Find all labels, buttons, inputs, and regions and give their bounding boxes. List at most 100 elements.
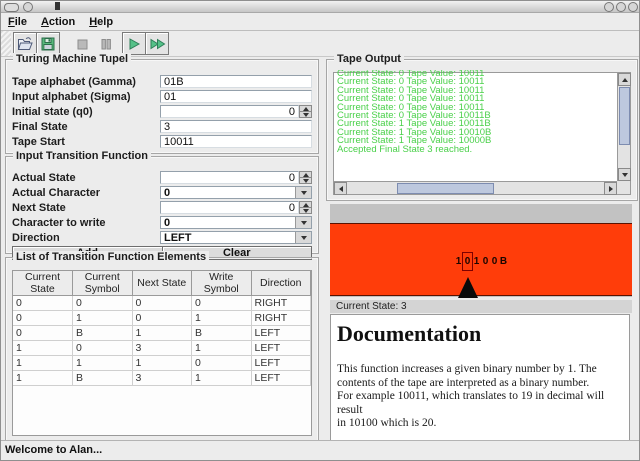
tape-output-log[interactable]: Current State: 0 Tape Value: 10011Curren…: [334, 70, 617, 181]
vertical-scrollbar-track[interactable]: [618, 146, 630, 168]
scroll-up-button[interactable]: [618, 73, 631, 86]
menu-action[interactable]: Action: [34, 15, 82, 29]
column-header-next-state[interactable]: Next State: [132, 271, 192, 296]
tape-start-input[interactable]: 10011: [160, 135, 312, 148]
spinner-up-button[interactable]: [299, 171, 312, 178]
form-row-character-to-write: Character to write0: [12, 215, 312, 230]
window-maximize-button[interactable]: [616, 2, 626, 12]
table-cell[interactable]: LEFT: [251, 326, 311, 341]
horizontal-scrollbar-track[interactable]: [494, 182, 604, 194]
table-cell[interactable]: 3: [132, 341, 192, 356]
table-row[interactable]: 0B1BLEFT: [13, 326, 311, 341]
table-cell[interactable]: 0: [73, 341, 133, 356]
save-button[interactable]: [36, 32, 60, 55]
spinner-value: 0: [289, 172, 295, 184]
window-menu-button[interactable]: [4, 3, 19, 12]
next-state-spinner[interactable]: 0: [160, 201, 312, 214]
character-to-write-dropdown[interactable]: 0: [160, 216, 312, 229]
table-cell[interactable]: 0: [13, 296, 73, 311]
head-pointer-icon: [458, 277, 478, 298]
table-row[interactable]: 1031LEFT: [13, 341, 311, 356]
stop-icon: [74, 36, 90, 52]
chevron-down-icon[interactable]: [295, 232, 311, 243]
documentation-pane[interactable]: Documentation This function increases a …: [330, 314, 630, 441]
column-header-direction[interactable]: Direction: [251, 271, 311, 296]
direction-dropdown[interactable]: LEFT: [160, 231, 312, 244]
table-row[interactable]: 0000RIGHT: [13, 296, 311, 311]
table-cell[interactable]: 1: [73, 311, 133, 326]
table-cell[interactable]: 1: [13, 371, 73, 386]
vertical-scrollbar[interactable]: [617, 73, 630, 181]
table-cell[interactable]: 0: [13, 326, 73, 341]
open-file-button[interactable]: [13, 32, 37, 55]
window-shade-button[interactable]: [23, 2, 33, 12]
table-cell[interactable]: 0: [13, 311, 73, 326]
table-cell[interactable]: 1: [73, 356, 133, 371]
chevron-down-icon[interactable]: [295, 187, 311, 198]
table-cell[interactable]: 1: [192, 341, 252, 356]
field-label: Actual Character: [12, 187, 160, 199]
spinner-down-button[interactable]: [299, 112, 312, 118]
vertical-scrollbar-thumb[interactable]: [619, 87, 630, 145]
play-button[interactable]: [122, 32, 146, 55]
table-cell[interactable]: LEFT: [251, 341, 311, 356]
table-cell[interactable]: B: [73, 326, 133, 341]
table-row[interactable]: 1B31LEFT: [13, 371, 311, 386]
table-cell[interactable]: 1: [13, 356, 73, 371]
table-cell[interactable]: 0: [192, 296, 252, 311]
transition-table-scrollpane[interactable]: Current StateCurrent SymbolNext StateWri…: [12, 270, 312, 436]
scroll-left-button[interactable]: [334, 182, 347, 195]
actual-state-spinner[interactable]: 0: [160, 171, 312, 184]
field-label: Next State: [12, 202, 160, 214]
column-header-current-state[interactable]: Current State: [13, 271, 73, 296]
tape-alphabet-gamma-input[interactable]: 01B: [160, 75, 312, 88]
table-cell[interactable]: 0: [73, 296, 133, 311]
field-label: Input alphabet (Sigma): [12, 91, 160, 103]
scroll-right-button[interactable]: [604, 182, 617, 195]
table-cell[interactable]: RIGHT: [251, 311, 311, 326]
initial-state-q0-spinner[interactable]: 0: [160, 105, 312, 118]
toolbar-drag-handle[interactable]: [1, 31, 11, 56]
table-cell[interactable]: 1: [192, 371, 252, 386]
input-alphabet-sigma-input[interactable]: 01: [160, 90, 312, 103]
dropdown-value: 0: [161, 187, 295, 198]
transition-table: Current StateCurrent SymbolNext StateWri…: [13, 271, 311, 386]
menu-help[interactable]: Help: [82, 15, 120, 29]
table-cell[interactable]: 1: [132, 356, 192, 371]
table-cell[interactable]: 1: [132, 326, 192, 341]
spinner-up-button[interactable]: [299, 105, 312, 112]
table-cell[interactable]: 0: [192, 356, 252, 371]
table-cell[interactable]: 3: [132, 371, 192, 386]
table-cell[interactable]: B: [73, 371, 133, 386]
final-state-input[interactable]: 3: [160, 120, 312, 133]
spinner-down-button[interactable]: [299, 178, 312, 184]
table-cell[interactable]: 1: [13, 341, 73, 356]
group-turing-machine-tupel: Turing Machine Tupel Tape alphabet (Gamm…: [5, 59, 319, 154]
window-minimize-button[interactable]: [604, 2, 614, 12]
spinner-down-button[interactable]: [299, 208, 312, 214]
table-cell[interactable]: LEFT: [251, 356, 311, 371]
fast-forward-button[interactable]: [145, 32, 169, 55]
table-cell[interactable]: RIGHT: [251, 296, 311, 311]
spinner-up-button[interactable]: [299, 201, 312, 208]
column-header-write-symbol[interactable]: Write Symbol: [192, 271, 252, 296]
window-close-button[interactable]: [628, 2, 638, 12]
table-cell[interactable]: 0: [132, 311, 192, 326]
horizontal-scrollbar-thumb[interactable]: [397, 183, 494, 194]
horizontal-scrollbar[interactable]: [334, 181, 617, 194]
table-cell[interactable]: 0: [132, 296, 192, 311]
table-cell[interactable]: 1: [192, 311, 252, 326]
menu-file[interactable]: File: [1, 15, 34, 29]
table-cell[interactable]: B: [192, 326, 252, 341]
form-row-direction: DirectionLEFT: [12, 230, 312, 245]
scroll-down-button[interactable]: [618, 168, 631, 181]
table-row[interactable]: 1110LEFT: [13, 356, 311, 371]
chevron-down-icon[interactable]: [295, 217, 311, 228]
actual-character-dropdown[interactable]: 0: [160, 186, 312, 199]
table-row[interactable]: 0101RIGHT: [13, 311, 311, 326]
tape-cells: 10100B: [330, 253, 632, 270]
form-row-input-alphabet-sigma: Input alphabet (Sigma)01: [12, 89, 312, 104]
tape-cell: 1: [472, 253, 481, 270]
column-header-current-symbol[interactable]: Current Symbol: [73, 271, 133, 296]
table-cell[interactable]: LEFT: [251, 371, 311, 386]
